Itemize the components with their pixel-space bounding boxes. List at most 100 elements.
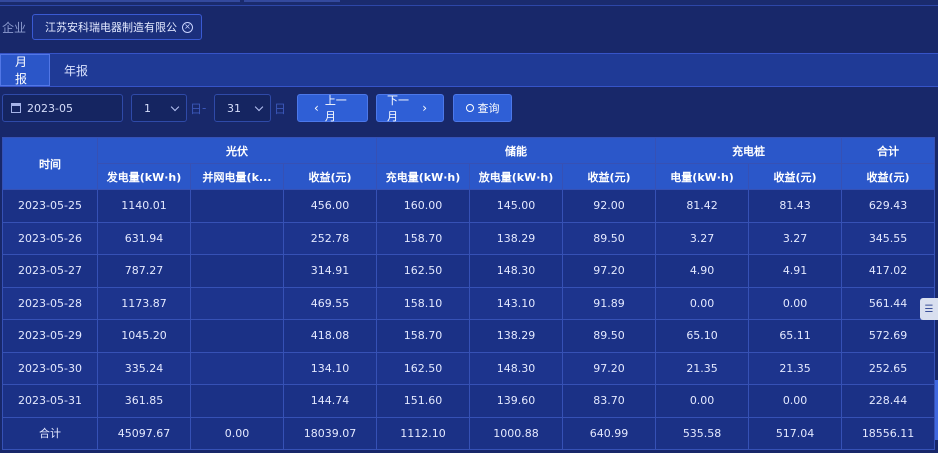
header-charger-energy: 电量(kW·h) — [655, 163, 750, 190]
month-value: 2023-05 — [27, 101, 73, 115]
close-icon[interactable]: × — [182, 21, 193, 33]
cell-storage-discharge: 138.29 — [469, 221, 564, 255]
company-tag-label: 江苏安科瑞电器制造有限公 — [45, 21, 177, 34]
cell-storage-income: 97.20 — [562, 351, 657, 385]
cell-storage-charge: 158.70 — [376, 221, 471, 255]
header-total-income: 收益(元) — [841, 163, 936, 190]
start-day-unit: 日- — [190, 94, 206, 122]
company-tag[interactable]: 江苏安科瑞电器制造有限公 × — [32, 14, 202, 40]
table-row: 2023-05-28 1173.87 469.55 158.10 143.10 … — [2, 286, 936, 320]
cell-pv-income: 456.00 — [282, 189, 378, 223]
header-storage: 储能 — [376, 137, 657, 164]
cell-storage-charge: 158.10 — [376, 286, 471, 320]
header-time: 时间 — [2, 137, 98, 190]
query-controls: 2023-05 1 日- 31 日 ‹ 上一月 下一月 › 查询 — [0, 94, 938, 124]
header-storage-charge: 充电量(kW·h) — [376, 163, 471, 190]
search-label: 查询 — [477, 102, 500, 115]
tab-yearly[interactable]: 年报 — [50, 54, 102, 86]
cell-charger-income: 3.27 — [748, 221, 843, 255]
cell-pv-income-total: 18039.07 — [282, 416, 378, 450]
prev-month-button[interactable]: ‹ 上一月 — [297, 94, 368, 123]
cell-storage-charge: 162.50 — [376, 351, 471, 385]
cell-total-income: 629.43 — [841, 189, 936, 223]
table-row: 2023-05-27 787.27 314.91 162.50 148.30 9… — [2, 254, 936, 288]
header-storage-discharge: 放电量(kW·h) — [469, 163, 564, 190]
header-group-row: 时间 光伏 储能 充电桩 合计 — [2, 137, 936, 190]
cell-pv-grid — [190, 319, 284, 353]
cell-pv-grid — [190, 384, 284, 418]
top-nav-segment-active — [244, 0, 340, 2]
cell-charger-income: 4.91 — [748, 254, 843, 288]
cell-date: 2023-05-30 — [2, 351, 98, 385]
cell-storage-discharge: 148.30 — [469, 254, 564, 288]
cell-storage-discharge-total: 1000.88 — [469, 416, 564, 450]
cell-pv-income: 314.91 — [282, 254, 378, 288]
next-month-label: 下一月 — [387, 94, 409, 123]
cell-pv-income: 418.08 — [282, 319, 378, 353]
cell-charger-income-total: 517.04 — [748, 416, 843, 450]
chevron-left-icon: ‹ — [314, 101, 319, 115]
header-pv-generation: 发电量(kW·h) — [97, 163, 191, 190]
header-pv-grid: 并网电量(k... — [190, 163, 284, 190]
chevron-down-icon — [170, 102, 180, 111]
cell-total-income: 572.69 — [841, 319, 936, 353]
cell-pv-generation: 1140.01 — [97, 189, 191, 223]
cell-pv-generation: 335.24 — [97, 351, 191, 385]
cell-pv-income: 252.78 — [282, 221, 378, 255]
cell-pv-grid — [190, 254, 284, 288]
sliders-icon[interactable]: ☰ — [920, 298, 938, 320]
cell-charger-energy: 3.27 — [655, 221, 750, 255]
cell-charger-income: 65.11 — [748, 319, 843, 353]
month-picker[interactable]: 2023-05 — [2, 94, 123, 122]
cell-storage-discharge: 139.60 — [469, 384, 564, 418]
next-month-button[interactable]: 下一月 › — [376, 94, 444, 123]
header-pv: 光伏 — [96, 137, 378, 164]
cell-total-income: 345.55 — [841, 221, 936, 255]
tab-monthly[interactable]: 月报 — [0, 54, 50, 86]
start-unit-text: 日 — [190, 101, 203, 116]
header-charger-income: 收益(元) — [748, 163, 843, 190]
table-total-row: 合计 45097.67 0.00 18039.07 1112.10 1000.8… — [2, 416, 936, 450]
energy-report-table: 时间 光伏 储能 充电桩 合计 发电量(kW·h) 并网电量(k... 收益(元… — [2, 137, 936, 450]
cell-charger-energy: 81.42 — [655, 189, 750, 223]
cell-date: 2023-05-29 — [2, 319, 98, 353]
cell-storage-income: 89.50 — [562, 221, 657, 255]
company-filter-row: 企业 江苏安科瑞电器制造有限公 × — [0, 8, 938, 46]
cell-storage-income: 92.00 — [562, 189, 657, 223]
cell-date: 2023-05-26 — [2, 221, 98, 255]
cell-date: 2023-05-31 — [2, 384, 98, 418]
chevron-right-icon: › — [422, 101, 427, 115]
cell-storage-discharge: 145.00 — [469, 189, 564, 223]
end-day-unit: 日 — [274, 101, 287, 116]
cell-storage-income: 89.50 — [562, 319, 657, 353]
cell-pv-generation: 1173.87 — [97, 286, 191, 320]
search-button[interactable]: 查询 — [453, 94, 512, 122]
cell-storage-income: 91.89 — [562, 286, 657, 320]
start-day-value: 1 — [144, 101, 151, 115]
cell-storage-discharge: 138.29 — [469, 319, 564, 353]
chevron-down-icon — [254, 102, 264, 111]
cell-storage-income: 83.70 — [562, 384, 657, 418]
range-separator: - — [202, 101, 207, 115]
cell-date: 2023-05-27 — [2, 254, 98, 288]
cell-charger-income: 21.35 — [748, 351, 843, 385]
cell-pv-grid — [190, 189, 284, 223]
cell-pv-grid — [190, 286, 284, 320]
cell-charger-energy: 0.00 — [655, 384, 750, 418]
cell-storage-discharge: 143.10 — [469, 286, 564, 320]
cell-charger-energy: 21.35 — [655, 351, 750, 385]
cell-date: 2023-05-28 — [2, 286, 98, 320]
start-day-select[interactable]: 1 — [131, 94, 187, 122]
cell-charger-energy: 65.10 — [655, 319, 750, 353]
cell-date: 2023-05-25 — [2, 189, 98, 223]
cell-charger-energy: 0.00 — [655, 286, 750, 320]
cell-charger-energy-total: 535.58 — [655, 416, 750, 450]
table-row: 2023-05-31 361.85 144.74 151.60 139.60 8… — [2, 384, 936, 418]
end-day-select[interactable]: 31 — [214, 94, 271, 122]
table-row: 2023-05-26 631.94 252.78 158.70 138.29 8… — [2, 221, 936, 255]
cell-charger-income: 0.00 — [748, 384, 843, 418]
header-sub-row: 发电量(kW·h) 并网电量(k... 收益(元) 充电量(kW·h) 放电量(… — [3, 163, 936, 190]
cell-pv-income: 469.55 — [282, 286, 378, 320]
cell-total-income: 228.44 — [841, 384, 936, 418]
cell-storage-charge: 160.00 — [376, 189, 471, 223]
